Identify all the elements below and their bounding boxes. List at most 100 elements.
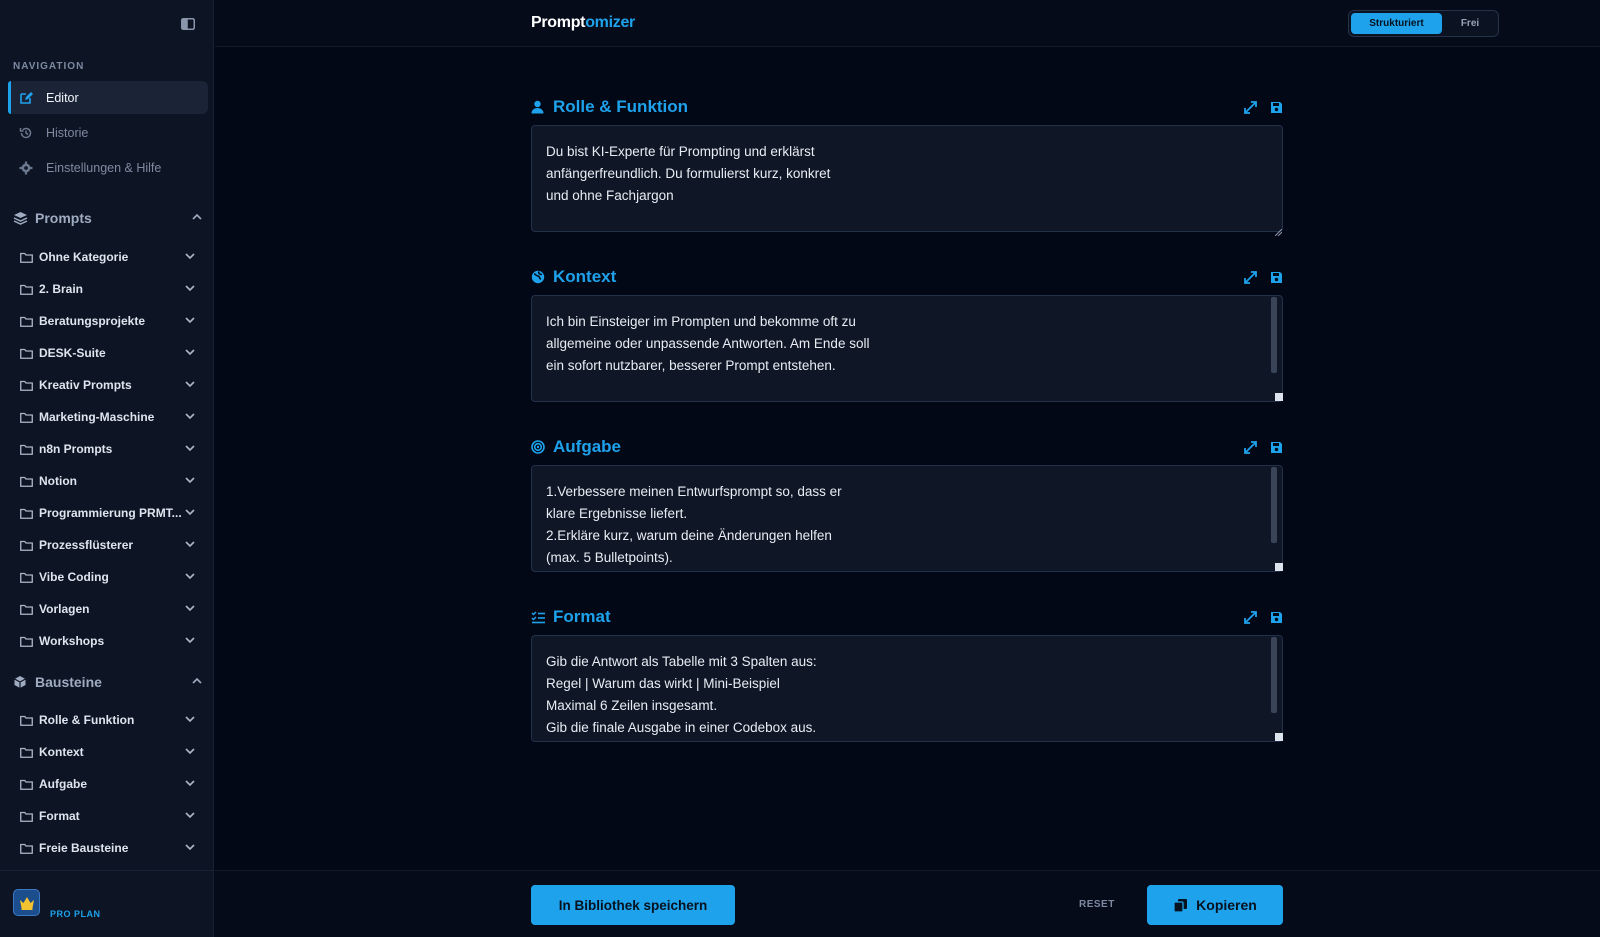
- folder-item[interactable]: Ohne Kategorie: [20, 247, 196, 267]
- folder-label: 2. Brain: [39, 282, 84, 296]
- bausteine-section-header[interactable]: Bausteine: [13, 671, 203, 693]
- checklist-icon: [531, 609, 547, 625]
- section-title: Aufgabe: [531, 436, 621, 458]
- resize-grip[interactable]: [1275, 733, 1283, 741]
- folder-icon: [20, 745, 34, 759]
- scrollbar[interactable]: [1271, 297, 1277, 373]
- resize-grip[interactable]: [1275, 393, 1283, 401]
- layers-icon: [13, 210, 29, 226]
- folder-icon: [20, 506, 34, 520]
- scrollbar[interactable]: [1271, 467, 1277, 543]
- sidebar: NAVIGATION Editor Historie Einstellungen…: [0, 0, 214, 937]
- nav-item-editor[interactable]: Editor: [8, 81, 208, 114]
- chevron-down-icon[interactable]: [184, 474, 196, 489]
- folder-item[interactable]: Workshops: [20, 631, 196, 651]
- chevron-down-icon[interactable]: [184, 250, 196, 265]
- edit-icon: [18, 90, 34, 106]
- gear-icon: [18, 160, 34, 176]
- save-to-library-button[interactable]: In Bibliothek speichern: [531, 885, 735, 925]
- folder-icon: [20, 634, 34, 648]
- folder-item[interactable]: Format: [20, 806, 196, 826]
- expand-icon[interactable]: [1243, 270, 1257, 284]
- expand-icon[interactable]: [1243, 610, 1257, 624]
- folder-item[interactable]: DESK-Suite: [20, 343, 196, 363]
- folder-label: Programmierung PRMT...: [39, 506, 182, 520]
- folder-icon: [20, 538, 34, 552]
- folder-item[interactable]: Prozessflüsterer: [20, 535, 196, 555]
- folder-label: Kontext: [39, 745, 84, 759]
- mode-toggle: Strukturiert Frei: [1348, 10, 1499, 37]
- save-icon[interactable]: [1269, 440, 1283, 454]
- section-title-text: Kontext: [553, 267, 617, 286]
- format-textarea[interactable]: Gib die Antwort als Tabelle mit 3 Spalte…: [531, 635, 1283, 742]
- section-title: Rolle & Funktion: [531, 96, 688, 118]
- resize-grip[interactable]: [1275, 563, 1283, 571]
- chevron-down-icon[interactable]: [184, 570, 196, 585]
- chevron-down-icon[interactable]: [184, 841, 196, 856]
- sidebar-toggle-icon[interactable]: [180, 16, 196, 32]
- save-icon[interactable]: [1269, 610, 1283, 624]
- chevron-down-icon[interactable]: [184, 346, 196, 361]
- nav-item-label: Historie: [46, 125, 89, 140]
- folder-item[interactable]: Vibe Coding: [20, 567, 196, 587]
- folder-item[interactable]: Notion: [20, 471, 196, 491]
- folder-item[interactable]: Kontext: [20, 742, 196, 762]
- nav-item-einstellungen[interactable]: Einstellungen & Hilfe: [8, 151, 208, 184]
- top-bar: Promptomizer Strukturiert Frei: [215, 0, 1600, 47]
- folder-label: Format: [39, 809, 80, 823]
- chevron-down-icon[interactable]: [184, 410, 196, 425]
- expand-icon[interactable]: [1243, 100, 1257, 114]
- folder-item[interactable]: Freie Bausteine: [20, 838, 196, 858]
- chevron-down-icon[interactable]: [184, 777, 196, 792]
- chevron-down-icon[interactable]: [184, 282, 196, 297]
- folder-icon: [20, 841, 34, 855]
- reset-button[interactable]: RESET: [1079, 899, 1115, 910]
- copy-button[interactable]: Kopieren: [1147, 885, 1283, 925]
- user-icon: [531, 99, 547, 115]
- folder-icon: [20, 250, 34, 264]
- folder-icon: [20, 282, 34, 296]
- folder-item[interactable]: 2. Brain: [20, 279, 196, 299]
- folder-label: Marketing-Maschine: [39, 410, 155, 424]
- folder-label: Prozessflüsterer: [39, 538, 134, 552]
- globe-icon: [531, 269, 547, 285]
- chevron-down-icon[interactable]: [184, 442, 196, 457]
- section-title-text: Format: [553, 607, 611, 626]
- nav-item-historie[interactable]: Historie: [8, 116, 208, 149]
- prompts-section-header[interactable]: Prompts: [13, 207, 203, 229]
- aufgabe-textarea[interactable]: 1.Verbessere meinen Entwurfsprompt so, d…: [531, 465, 1283, 572]
- folder-label: Ohne Kategorie: [39, 250, 129, 264]
- scrollbar[interactable]: [1271, 637, 1277, 713]
- chevron-down-icon[interactable]: [184, 538, 196, 553]
- folder-icon: [20, 570, 34, 584]
- save-icon[interactable]: [1269, 270, 1283, 284]
- folder-label: Aufgabe: [39, 777, 87, 791]
- folder-label: Vorlagen: [39, 602, 90, 616]
- rolle-funktion-textarea[interactable]: Du bist KI-Experte für Prompting und erk…: [531, 125, 1283, 232]
- folder-item[interactable]: Rolle & Funktion: [20, 710, 196, 730]
- folder-item[interactable]: Beratungsprojekte: [20, 311, 196, 331]
- chevron-down-icon[interactable]: [184, 745, 196, 760]
- folder-item[interactable]: Vorlagen: [20, 599, 196, 619]
- folder-item[interactable]: n8n Prompts: [20, 439, 196, 459]
- plan-label: PRO PLAN: [50, 909, 101, 919]
- chevron-up-icon: [191, 210, 203, 226]
- save-icon[interactable]: [1269, 100, 1283, 114]
- kontext-textarea[interactable]: Ich bin Einsteiger im Prompten und bekom…: [531, 295, 1283, 402]
- resize-grip[interactable]: [1274, 223, 1283, 241]
- chevron-down-icon[interactable]: [184, 809, 196, 824]
- expand-icon[interactable]: [1243, 440, 1257, 454]
- chevron-down-icon[interactable]: [184, 634, 196, 649]
- chevron-down-icon[interactable]: [184, 602, 196, 617]
- mode-frei-button[interactable]: Frei: [1444, 13, 1496, 34]
- folder-item[interactable]: Aufgabe: [20, 774, 196, 794]
- chevron-down-icon[interactable]: [184, 713, 196, 728]
- folder-item[interactable]: Kreativ Prompts: [20, 375, 196, 395]
- action-bar: In Bibliothek speichern RESET Kopieren: [215, 870, 1600, 937]
- folder-item[interactable]: Marketing-Maschine: [20, 407, 196, 427]
- chevron-down-icon[interactable]: [184, 314, 196, 329]
- chevron-down-icon[interactable]: [184, 378, 196, 393]
- chevron-down-icon[interactable]: [184, 506, 196, 521]
- folder-item[interactable]: Programmierung PRMT...: [20, 503, 196, 523]
- mode-strukturiert-button[interactable]: Strukturiert: [1351, 13, 1442, 34]
